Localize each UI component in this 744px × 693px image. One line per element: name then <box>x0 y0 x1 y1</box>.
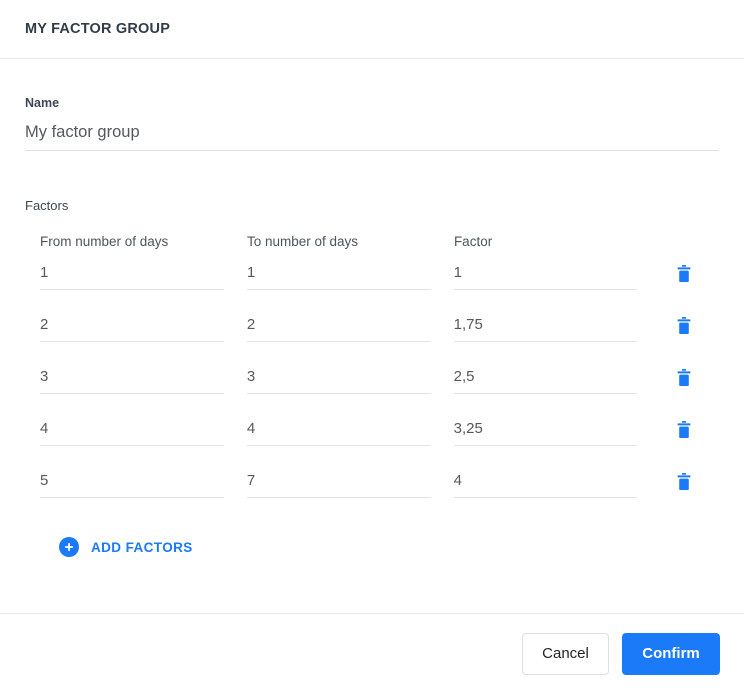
table-cell-from <box>40 419 224 446</box>
to-days-input[interactable] <box>246 471 431 490</box>
cancel-button[interactable]: Cancel <box>522 632 609 675</box>
dialog-body: Name Factors From number of days To numb… <box>0 59 744 613</box>
dialog-footer: Cancel Confirm <box>0 613 744 693</box>
table-cell-factor <box>453 419 638 446</box>
factors-table-header: From number of days To number of days Fa… <box>40 227 719 249</box>
table-cell-factor <box>453 471 638 498</box>
from-days-input[interactable] <box>40 315 224 334</box>
to-days-input[interactable] <box>246 367 431 386</box>
table-row <box>40 353 719 405</box>
delete-row-button[interactable] <box>676 265 692 283</box>
to-days-input[interactable] <box>246 263 431 282</box>
table-cell-actions <box>660 265 719 283</box>
factors-rows <box>40 249 719 509</box>
column-header-to-days: To number of days <box>246 234 359 249</box>
table-cell-from <box>40 263 224 290</box>
trash-icon <box>676 265 692 286</box>
table-row <box>40 249 719 301</box>
table-cell-actions <box>660 473 719 491</box>
name-field-label: Name <box>25 96 60 110</box>
table-row <box>40 405 719 457</box>
trash-icon <box>676 317 692 338</box>
delete-row-button[interactable] <box>676 369 692 387</box>
name-field-wrapper <box>25 121 719 151</box>
from-days-input[interactable] <box>40 263 224 282</box>
table-cell-to <box>246 263 431 290</box>
factor-input[interactable] <box>453 367 638 386</box>
table-cell-factor <box>453 315 638 342</box>
table-cell-from <box>40 367 224 394</box>
add-factors-label: ADD FACTORS <box>91 539 193 555</box>
factor-input[interactable] <box>453 263 638 282</box>
to-days-input[interactable] <box>246 419 431 438</box>
trash-icon <box>676 473 692 494</box>
table-cell-to <box>246 315 431 342</box>
factors-table: From number of days To number of days Fa… <box>25 227 719 563</box>
dialog-header: MY FACTOR GROUP <box>0 0 744 59</box>
table-cell-to <box>246 471 431 498</box>
factor-group-dialog: MY FACTOR GROUP Name Factors From number… <box>0 0 744 693</box>
table-cell-to <box>246 419 431 446</box>
column-header-factor: Factor <box>453 234 493 249</box>
factors-section-label: Factors <box>25 198 69 213</box>
table-cell-actions <box>660 369 719 387</box>
table-cell-actions <box>660 317 719 335</box>
to-days-input[interactable] <box>246 315 431 334</box>
name-input[interactable] <box>25 121 719 143</box>
from-days-input[interactable] <box>40 471 224 490</box>
table-cell-factor <box>453 367 638 394</box>
from-days-input[interactable] <box>40 367 224 386</box>
plus-circle-icon <box>59 537 79 557</box>
page-title: MY FACTOR GROUP <box>25 21 171 37</box>
table-row <box>40 301 719 353</box>
factor-input[interactable] <box>453 419 638 438</box>
factor-input[interactable] <box>453 471 638 490</box>
factor-input[interactable] <box>453 315 638 334</box>
trash-icon <box>676 421 692 442</box>
column-header-from-days: From number of days <box>40 234 169 249</box>
table-cell-factor <box>453 263 638 290</box>
trash-icon <box>676 369 692 390</box>
confirm-button[interactable]: Confirm <box>622 632 720 675</box>
from-days-input[interactable] <box>40 419 224 438</box>
delete-row-button[interactable] <box>676 317 692 335</box>
table-cell-from <box>40 315 224 342</box>
table-cell-from <box>40 471 224 498</box>
table-cell-to <box>246 367 431 394</box>
add-factors-button[interactable]: ADD FACTORS <box>55 531 197 563</box>
table-row <box>40 457 719 509</box>
table-cell-actions <box>660 421 719 439</box>
delete-row-button[interactable] <box>676 421 692 439</box>
delete-row-button[interactable] <box>676 473 692 491</box>
